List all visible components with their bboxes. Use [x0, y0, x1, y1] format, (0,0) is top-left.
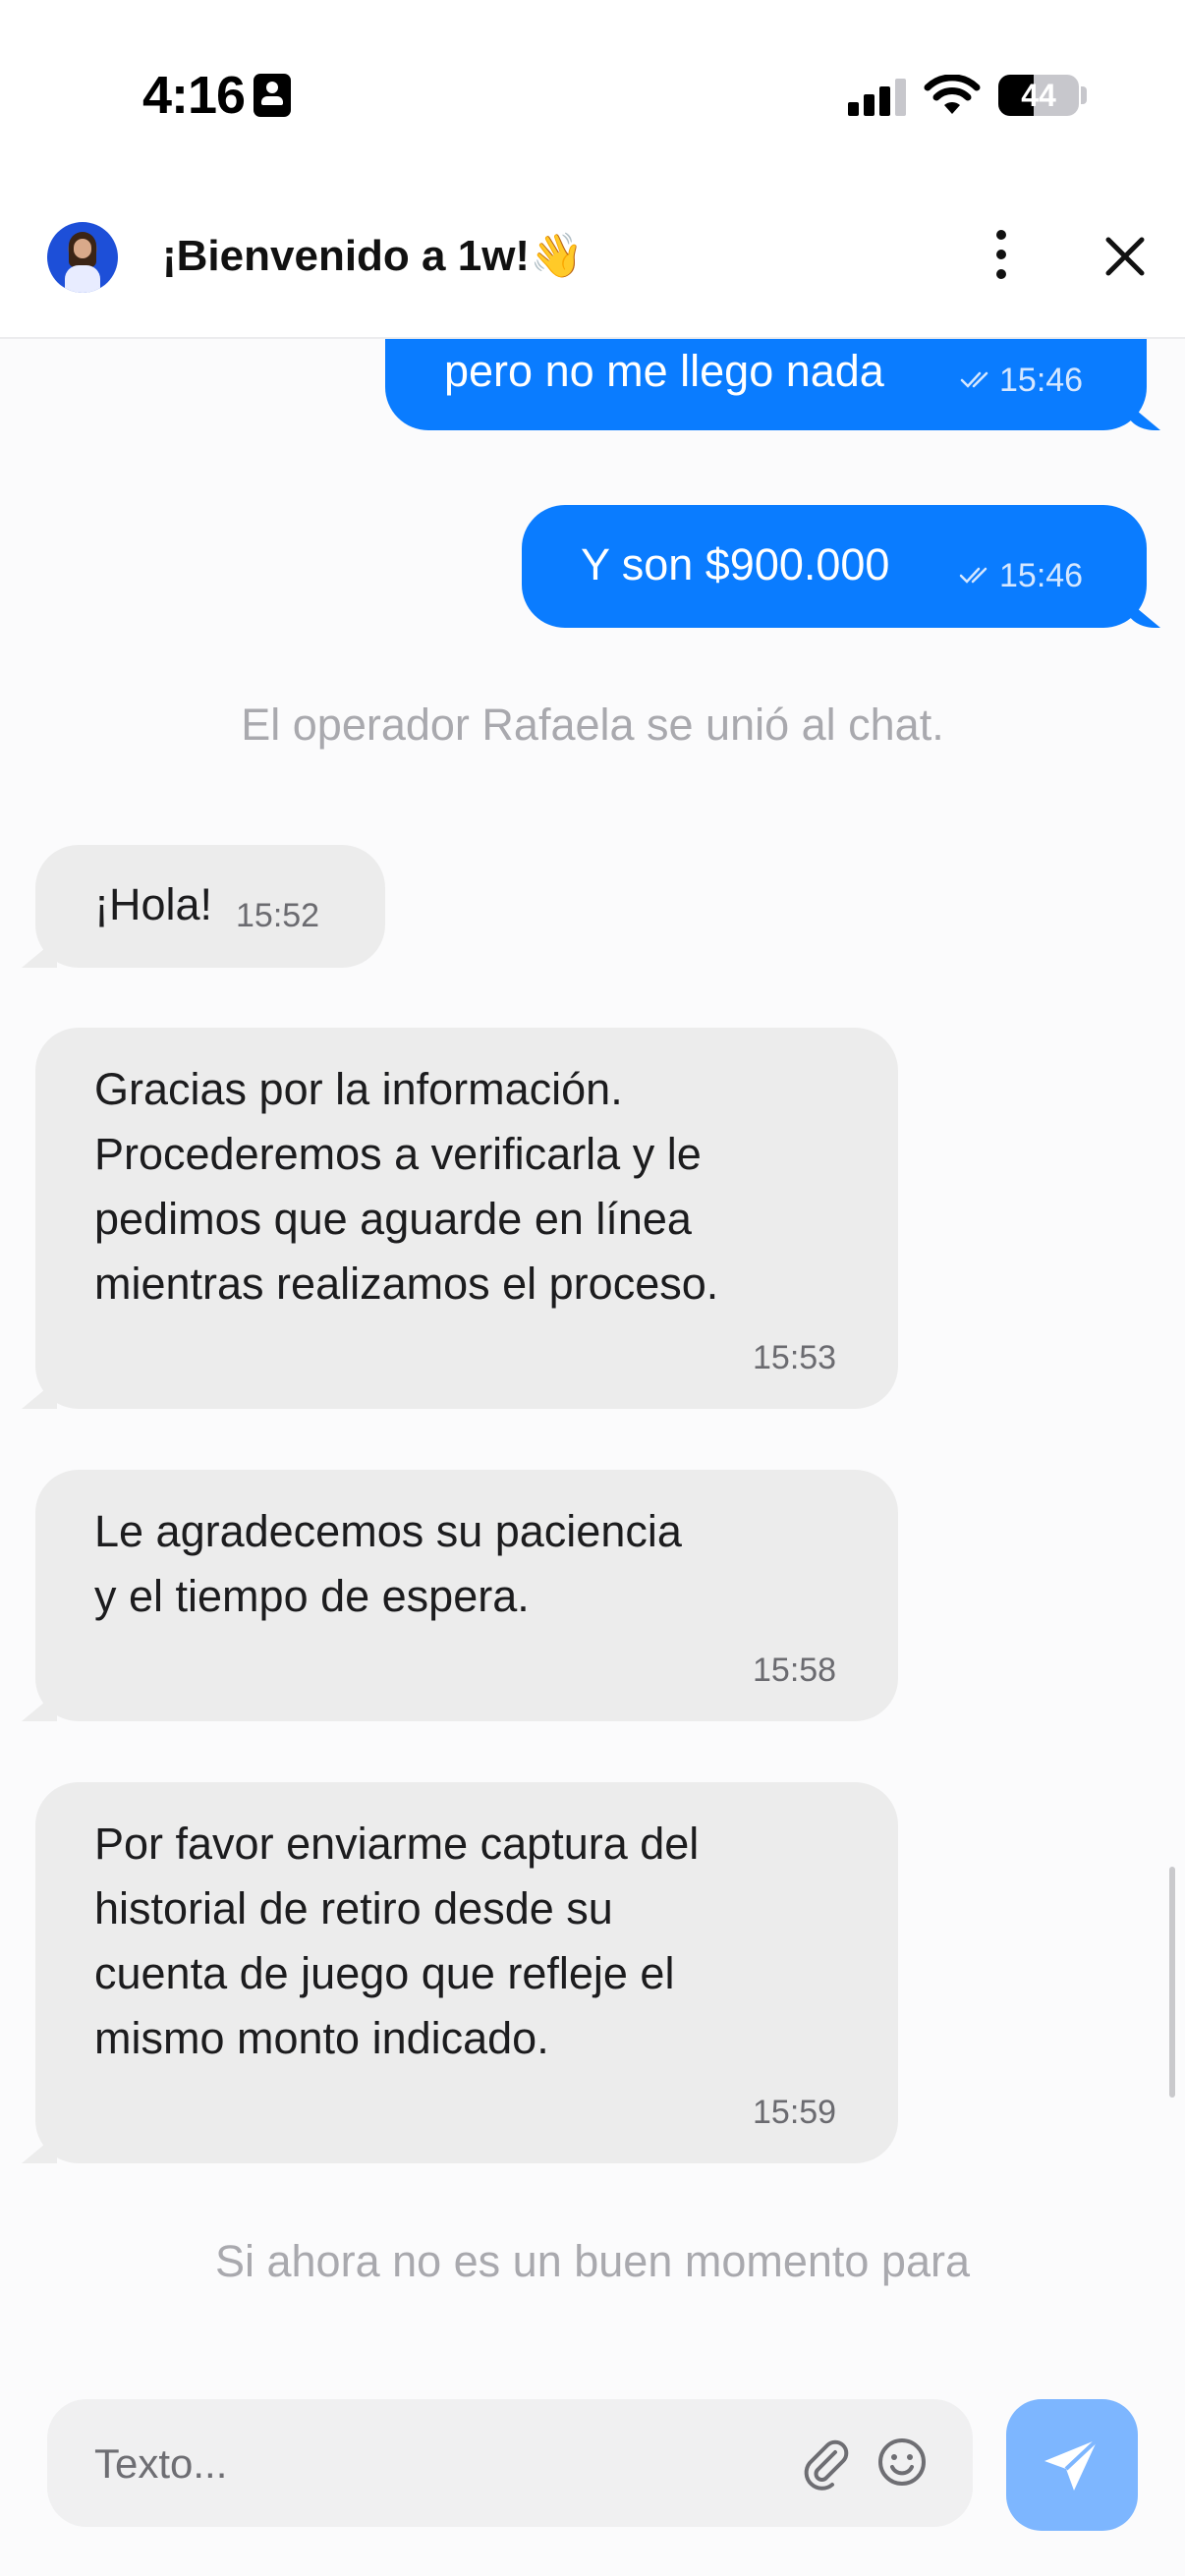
message-text: Gracias por la información. Procederemos… [94, 1064, 719, 1309]
system-message: Si ahora no es un buen momento para [214, 2236, 970, 2286]
battery-icon: 44 [998, 75, 1079, 116]
emoji-icon[interactable] [873, 2433, 931, 2492]
status-time: 4:16 [142, 66, 246, 125]
message-outgoing: pero no me llego nada 15:46 [385, 339, 1160, 430]
cellular-signal-icon [848, 77, 907, 116]
message-text: Por favor enviarme captura del historial… [94, 1819, 700, 2063]
message-incoming: ¡Hola! 15:52 [22, 845, 385, 968]
message-incoming: Le agradecemos su paciencia y el tiempo … [22, 1470, 898, 1721]
battery-cap [1081, 86, 1087, 104]
message-incoming: Gracias por la información. Procederemos… [22, 1028, 898, 1409]
message-composer [47, 2399, 973, 2527]
message-time: 15:52 [236, 897, 320, 934]
message-time: 15:59 [753, 2094, 837, 2131]
chat-header: ¡Bienvenido a 1w!👋 [0, 187, 1185, 339]
read-receipt-icon [959, 567, 988, 584]
send-icon [1044, 2437, 1100, 2491]
send-button[interactable] [1006, 2399, 1138, 2531]
message-time: 15:58 [753, 1652, 837, 1689]
message-text: Y son $900.000 [581, 539, 890, 589]
wifi-icon [924, 75, 981, 114]
agent-avatar [47, 222, 118, 293]
message-input[interactable] [94, 2433, 782, 2495]
paperclip-icon[interactable] [796, 2433, 855, 2492]
message-text: pero no me llego nada [444, 346, 884, 396]
message-outgoing: Y son $900.000 15:46 [522, 505, 1160, 628]
more-options-icon[interactable] [987, 226, 1016, 289]
system-message: El operador Rafaela se unió al chat. [241, 700, 944, 750]
close-icon[interactable] [1099, 230, 1152, 283]
chat-title: ¡Bienvenido a 1w!👋 [162, 232, 584, 280]
message-time: 15:46 [999, 557, 1084, 594]
contact-card-icon [254, 74, 291, 117]
scrollbar[interactable] [1169, 1867, 1175, 2098]
read-receipt-icon [960, 371, 988, 388]
message-text: Le agradecemos su paciencia y el tiempo … [94, 1506, 682, 1621]
battery-percentage: 44 [1021, 78, 1056, 113]
message-time: 15:46 [999, 362, 1084, 399]
message-incoming: Por favor enviarme captura del historial… [22, 1782, 898, 2163]
status-bar: 4:16 44 [0, 0, 1185, 187]
message-text: ¡Hola! [94, 879, 213, 929]
message-time: 15:53 [753, 1339, 837, 1376]
